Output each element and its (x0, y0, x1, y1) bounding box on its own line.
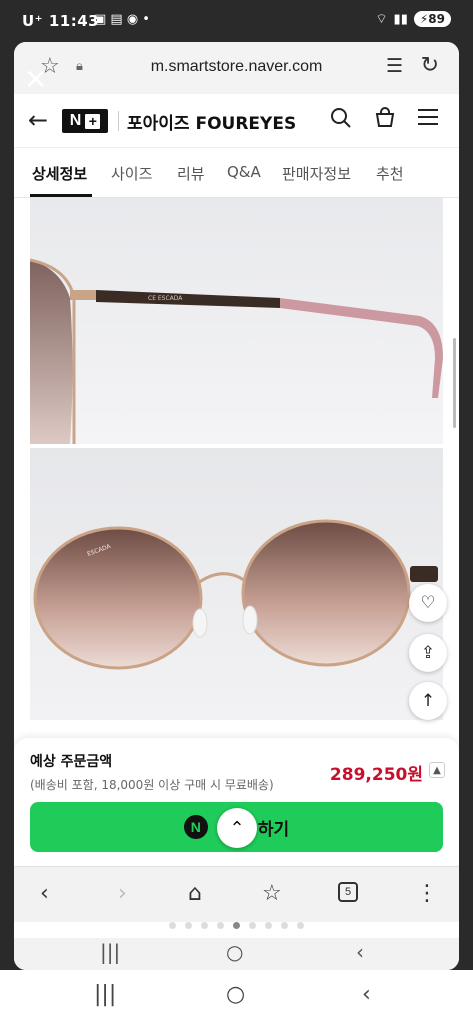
tab-reviews[interactable]: 리뷰 (177, 163, 205, 184)
page-dot (185, 922, 192, 929)
reader-mode-icon[interactable]: ☰ (386, 55, 403, 77)
browser-forward-icon[interactable]: › (118, 881, 127, 906)
share-icon: ⇪ (420, 643, 436, 663)
buy-button-label: 하기 (257, 819, 290, 840)
order-total-price: 289,250원 (329, 765, 423, 785)
tab-size[interactable]: 사이즈 (111, 163, 152, 184)
scroll-top-button[interactable]: ↑ (409, 682, 447, 720)
page-scrollbar[interactable] (453, 338, 456, 428)
wishlist-button[interactable]: ♡ (409, 584, 447, 622)
shopping-bag-icon[interactable] (374, 106, 396, 133)
close-icon[interactable]: ✕ (24, 66, 47, 94)
more-options-icon[interactable]: ⋮ (416, 881, 438, 906)
tabs-button[interactable]: 5 (338, 882, 358, 902)
share-button[interactable]: ⇪ (409, 634, 447, 672)
collapse-panel-button[interactable]: ⌃ (217, 808, 257, 848)
reload-icon[interactable]: ↻ (421, 53, 439, 78)
page-dot (249, 922, 256, 929)
browser-toolbar: ‹ › ⌂ ☆ 5 ⋮ (14, 866, 459, 922)
signal-icon: ▮▮ (393, 11, 408, 27)
chevron-up-icon: ⌃ (229, 817, 245, 839)
page-dot (281, 922, 288, 929)
order-total-label: 예상 주문금액 (30, 754, 113, 770)
search-icon[interactable] (330, 107, 352, 135)
bookmarks-icon[interactable]: ☆ (262, 881, 282, 906)
tab-qna[interactable]: Q&A (227, 163, 261, 181)
active-tab-indicator (30, 194, 92, 197)
system-navigation-bar: ||| ○ ‹ (0, 970, 473, 1024)
inner-navigation-bar: ||| ○ ‹ (14, 938, 459, 970)
page-dot-active (233, 922, 240, 929)
naver-plus-logo[interactable]: N + (62, 109, 108, 133)
wifi-icon: ⌔ (375, 12, 388, 27)
shipping-note: (배송비 포함, 18,000원 이상 구매 시 무료배송) (30, 778, 274, 792)
inner-recent-apps-icon[interactable]: ||| (100, 940, 120, 964)
back-arrow-icon[interactable]: ← (28, 106, 48, 134)
page-dot (297, 922, 304, 929)
recent-apps-icon[interactable]: ||| (94, 982, 116, 1007)
notification-icons: ▣ ▤ ◉ • (94, 12, 150, 27)
address-bar[interactable]: ☆ 🔒︎ m.smartstore.naver.com ☰ ↻ (14, 42, 459, 94)
heart-icon: ♡ (420, 593, 436, 613)
page-dot (169, 922, 176, 929)
header-divider (118, 111, 119, 131)
naver-pay-badge: N (183, 815, 208, 839)
page-dot (217, 922, 224, 929)
battery-indicator: ⚡89 (413, 11, 451, 27)
temple-engraving: CE ESCADA (148, 295, 183, 302)
tab-details[interactable]: 상세정보 (32, 163, 87, 184)
browser-window: ☆ 🔒︎ m.smartstore.naver.com ☰ ↻ ← N + 포아이… (14, 42, 459, 970)
product-photo-side: CE ESCADA (30, 198, 443, 444)
expand-price-button[interactable]: ▲ (429, 762, 445, 778)
tab-recommended[interactable]: 추천 (376, 163, 404, 184)
inner-back-icon[interactable]: ‹ (356, 940, 364, 964)
menu-icon[interactable] (417, 106, 439, 134)
product-photo-front: ESCADA (30, 448, 443, 720)
page-dot (201, 922, 208, 929)
status-bar: U⁺ 11:43 ▣ ▤ ◉ • ⌔ ▮▮ ⚡89 (0, 0, 473, 42)
store-name[interactable]: 포아이즈 FOUREYES (127, 109, 296, 134)
arrow-up-icon: ↑ (420, 691, 436, 711)
home-icon[interactable]: ⌂ (188, 881, 202, 906)
inner-home-icon[interactable]: ○ (226, 940, 243, 964)
product-detail-content: CE ESCADA ESCADA (14, 198, 459, 738)
browser-back-icon[interactable]: ‹ (40, 881, 49, 906)
system-back-icon[interactable]: ‹ (362, 982, 371, 1007)
store-header: ← N + 포아이즈 FOUREYES (14, 94, 459, 148)
tab-seller-info[interactable]: 판매자정보 (282, 163, 351, 184)
product-tabs: 상세정보 사이즈 리뷰 Q&A 판매자정보 추천 (14, 148, 459, 198)
system-home-icon[interactable]: ○ (226, 982, 245, 1007)
page-dot (265, 922, 272, 929)
status-time: U⁺ 11:43 (22, 12, 100, 30)
page-indicator (14, 922, 459, 936)
